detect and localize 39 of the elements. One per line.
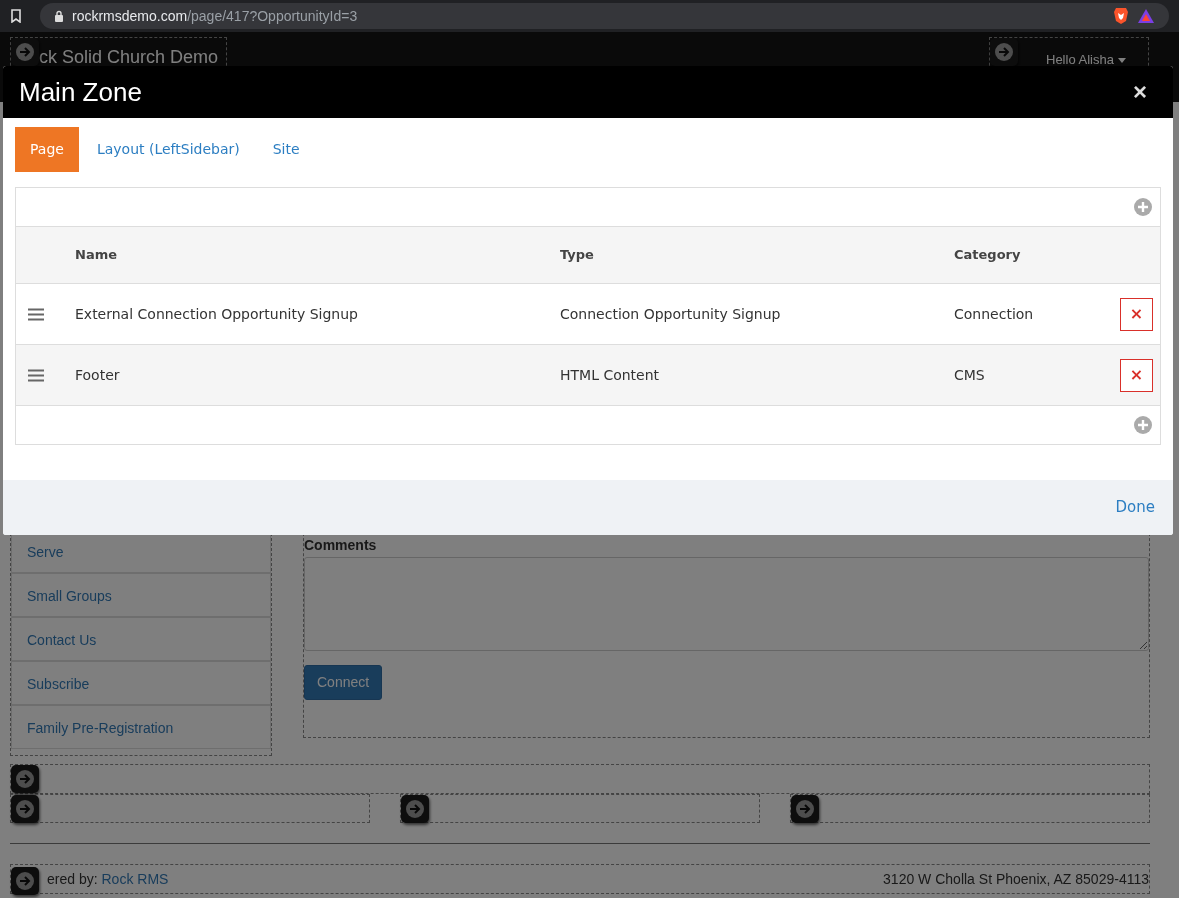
drag-handle-icon[interactable] (28, 369, 44, 382)
comments-field[interactable] (304, 557, 1149, 651)
rock-rms-link[interactable]: Rock RMS (101, 870, 169, 887)
sidebar-item[interactable]: Small Groups (11, 573, 271, 617)
lock-icon (54, 10, 64, 22)
table-cell: CMS (954, 366, 985, 383)
tab[interactable]: Site (257, 127, 315, 172)
tab[interactable]: Page (15, 127, 79, 172)
sidebar-item[interactable]: Family Pre-Registration (11, 705, 271, 749)
field-label: Comments (304, 536, 378, 555)
drag-handle-icon[interactable] (28, 308, 44, 321)
table-cell: Connection Opportunity Signup (560, 305, 781, 322)
table-cell: External Connection Opportunity Signup (75, 305, 358, 322)
modal-title: Main Zone (19, 75, 142, 109)
table-cell: Connection (954, 305, 1034, 322)
add-icon[interactable] (1134, 198, 1152, 216)
close-button[interactable]: × (1127, 79, 1153, 105)
delete-button[interactable]: × (1120, 358, 1153, 392)
address-text: 3120 W Cholla St Phoenix, AZ 85029-4113 (883, 869, 1149, 889)
column-header: Name (75, 246, 117, 265)
triangle-icon[interactable] (1137, 8, 1155, 24)
add-icon[interactable] (1134, 416, 1152, 434)
shield-icon[interactable] (1113, 7, 1129, 25)
sidebar-item[interactable]: Contact Us (11, 617, 271, 661)
table-cell: HTML Content (560, 366, 660, 383)
bookmark-icon[interactable] (10, 9, 22, 23)
caret-icon (1117, 58, 1126, 64)
column-header: Type (560, 246, 594, 265)
sidebar-item[interactable]: Subscribe (11, 661, 271, 705)
table-cell: Footer (75, 366, 120, 383)
done-link[interactable]: Done (1115, 496, 1155, 519)
powered-by-text: ered by: (47, 870, 98, 887)
user-menu[interactable]: Hello Alisha (990, 38, 1148, 68)
url-text: rockrmsdemo.com/page/417?OpportunityId=3 (72, 6, 358, 26)
delete-button[interactable]: × (1120, 297, 1153, 331)
connect-button[interactable]: Connect (304, 665, 383, 700)
column-header: Category (954, 246, 1021, 265)
tab[interactable]: Layout (LeftSidebar) (81, 127, 255, 172)
address-bar[interactable]: rockrmsdemo.com/page/417?OpportunityId=3 (40, 3, 1169, 29)
